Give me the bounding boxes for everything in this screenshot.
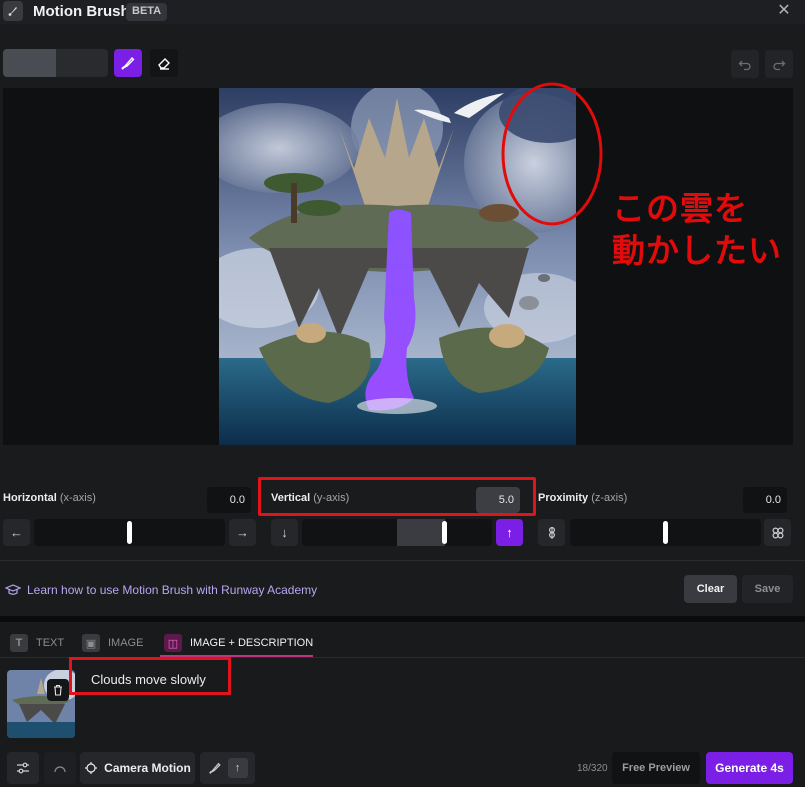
vertical-down-button[interactable]: ↓: [271, 519, 298, 546]
remove-image-button[interactable]: [47, 679, 69, 701]
horizontal-axis-label: Horizontal (x-axis): [3, 492, 96, 504]
brush-icon: [208, 762, 221, 774]
image-icon: ▣: [82, 634, 100, 652]
text-icon: T: [10, 634, 28, 652]
sliders-icon: [17, 762, 29, 774]
prompt-highlight-box: [69, 657, 231, 695]
vertical-slider-fill: [397, 519, 445, 546]
proximity-label-sub: (z-axis): [591, 492, 628, 504]
page-title: Motion Brush: [33, 3, 130, 20]
vertical-slider-thumb[interactable]: [442, 521, 447, 544]
arrow-up-icon: ↑: [227, 758, 248, 778]
tab-image-description-label: IMAGE + DESCRIPTION: [190, 637, 314, 649]
camera-motion-icon: [85, 762, 98, 774]
horizontal-left-button[interactable]: ←: [3, 519, 30, 546]
horizontal-label-sub: (x-axis): [59, 492, 96, 504]
redo-icon: [773, 60, 786, 71]
arrow-up-icon: ↑: [506, 525, 513, 540]
vertical-up-button[interactable]: ↑: [496, 519, 523, 546]
annotation-line-1: この雲を: [612, 189, 748, 228]
close-icon[interactable]: ✕: [776, 3, 792, 19]
free-preview-button[interactable]: Free Preview: [612, 752, 700, 784]
proximity-near-button[interactable]: [538, 519, 565, 546]
annotation-text: この雲を 動かしたい: [612, 188, 802, 272]
eraser-icon: [158, 58, 170, 70]
beta-badge: BETA: [126, 3, 168, 21]
character-count: 18/320: [577, 763, 608, 774]
undo-icon: [738, 60, 751, 71]
brush-size-slider[interactable]: [3, 49, 108, 77]
arrow-left-icon: ←: [10, 525, 23, 540]
arrow-down-icon: ↓: [281, 525, 288, 540]
eraser-tool-button[interactable]: [150, 49, 178, 77]
proximity-value-input[interactable]: 0.0: [743, 487, 787, 513]
save-button[interactable]: Save: [742, 575, 793, 603]
proximity-label-text: Proximity: [538, 492, 589, 504]
horizontal-slider-thumb[interactable]: [127, 521, 132, 544]
brush-size-fill: [3, 49, 56, 77]
tab-image-description[interactable]: ◫ IMAGE + DESCRIPTION: [164, 630, 313, 656]
brush-tool-button[interactable]: [114, 49, 142, 77]
horizontal-right-button[interactable]: →: [229, 519, 256, 546]
generate-button[interactable]: Generate 4s: [706, 752, 793, 784]
tab-text-label: TEXT: [36, 637, 65, 649]
clear-button[interactable]: Clear: [684, 575, 737, 603]
proximity-far-icon: [771, 526, 784, 539]
tab-image[interactable]: ▣ IMAGE: [82, 630, 143, 656]
arrow-right-icon: →: [236, 525, 249, 540]
tab-text[interactable]: T TEXT: [10, 630, 64, 656]
annotation-line-2: 動かしたい: [612, 231, 782, 270]
motion-brush-button[interactable]: ↑: [200, 752, 255, 784]
vertical-highlight-box: [258, 477, 536, 516]
proximity-slider-thumb[interactable]: [663, 521, 668, 544]
trash-icon: [54, 684, 62, 696]
brush-icon: [121, 56, 135, 70]
redo-button[interactable]: [765, 50, 793, 78]
brush-app-icon: [3, 1, 23, 21]
speed-button[interactable]: [44, 752, 76, 784]
speedometer-icon: [54, 766, 66, 773]
graduation-cap-icon: [5, 584, 21, 595]
proximity-slider[interactable]: [570, 519, 761, 546]
horizontal-value-input[interactable]: 0.0: [207, 487, 251, 513]
camera-motion-button[interactable]: Camera Motion: [80, 752, 195, 784]
proximity-far-button[interactable]: [764, 519, 791, 546]
image-description-icon: ◫: [164, 634, 182, 652]
divider: [0, 560, 805, 561]
tab-image-label: IMAGE: [108, 637, 144, 649]
academy-link[interactable]: Learn how to use Motion Brush with Runwa…: [5, 583, 317, 597]
horizontal-slider[interactable]: [34, 519, 225, 546]
academy-link-text[interactable]: Learn how to use Motion Brush with Runwa…: [27, 583, 317, 597]
proximity-near-icon: [548, 526, 555, 539]
vertical-slider[interactable]: [302, 519, 492, 546]
camera-motion-label: Camera Motion: [104, 761, 191, 775]
cloud-annotation-ellipse: [501, 82, 603, 226]
undo-button[interactable]: [731, 50, 759, 78]
horizontal-label-text: Horizontal: [3, 492, 57, 504]
settings-button[interactable]: [7, 752, 39, 784]
proximity-axis-label: Proximity (z-axis): [538, 492, 627, 504]
